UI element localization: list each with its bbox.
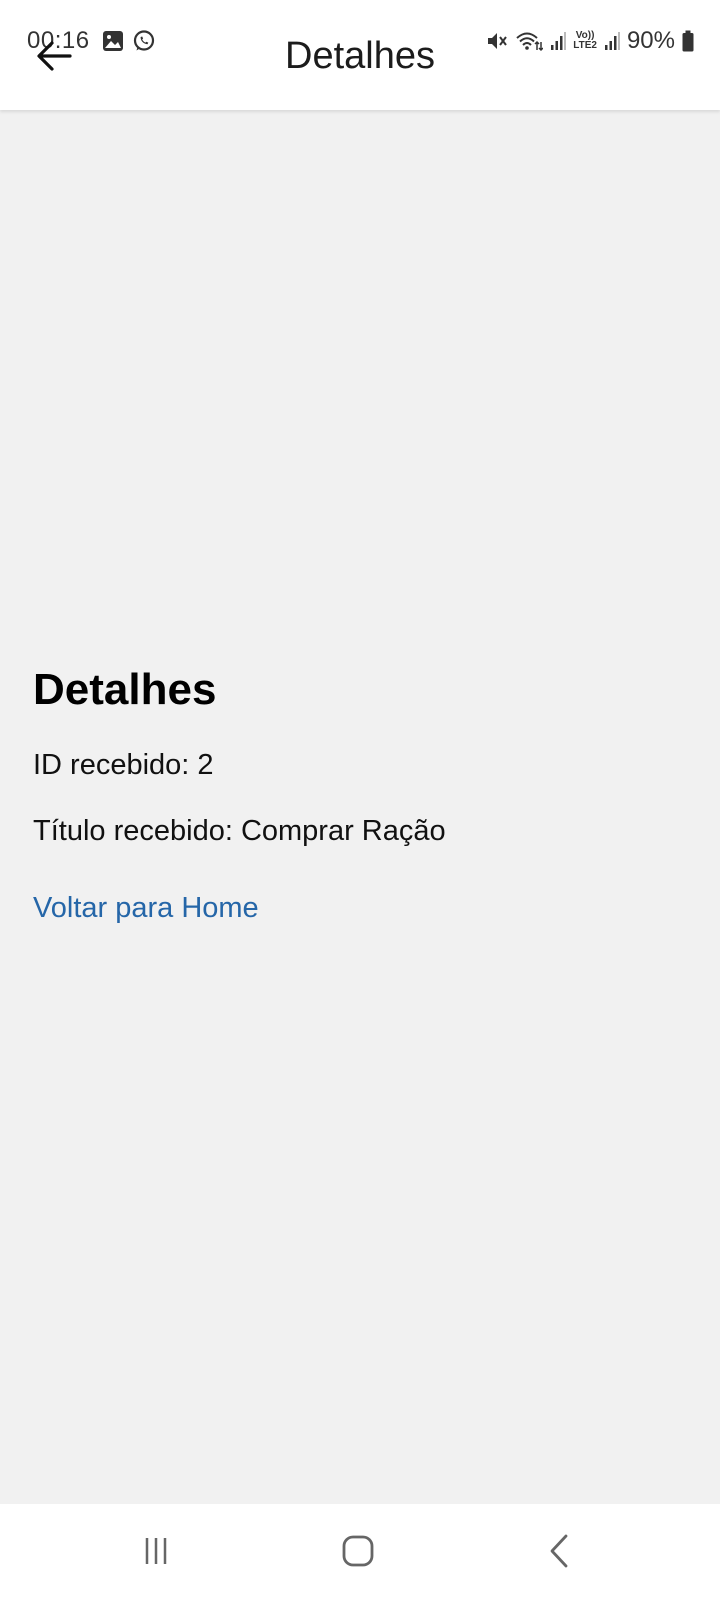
battery-percent: 90%: [626, 27, 675, 54]
received-title-text: Título recebido: Comprar Ração: [33, 815, 446, 847]
back-icon: [550, 1534, 568, 1568]
network-label: LTE2: [573, 40, 597, 51]
signal-icon: [604, 32, 620, 50]
gallery-icon: [103, 31, 123, 51]
nav-back-button[interactable]: [535, 1526, 585, 1576]
whatsapp-icon: [133, 30, 155, 51]
recents-icon: [145, 1538, 167, 1564]
back-to-home-link[interactable]: Voltar para Home: [33, 890, 259, 926]
received-id-text: ID recebido: 2: [33, 749, 214, 781]
home-icon: [342, 1535, 374, 1567]
arrow-left-icon: [37, 41, 72, 71]
status-notification-icons: [102, 29, 156, 53]
details-content: Detalhes ID recebido: 2 Título recebido:…: [33, 664, 683, 926]
signal-icon: [551, 32, 567, 50]
recents-button[interactable]: [131, 1526, 181, 1576]
details-heading: Detalhes: [33, 665, 217, 714]
system-nav-bar: [0, 1504, 720, 1600]
home-button[interactable]: [333, 1526, 383, 1576]
battery-icon: [682, 30, 694, 52]
mute-icon: [488, 33, 508, 49]
back-button[interactable]: [34, 36, 74, 76]
wifi-icon: [516, 32, 544, 52]
status-system-icons: Vo)) LTE2 90%: [486, 27, 694, 55]
volte-icon: Vo)) LTE2: [573, 30, 597, 51]
app-header: 00:16 Vo)) LTE2 90% Detalhes: [0, 0, 720, 110]
